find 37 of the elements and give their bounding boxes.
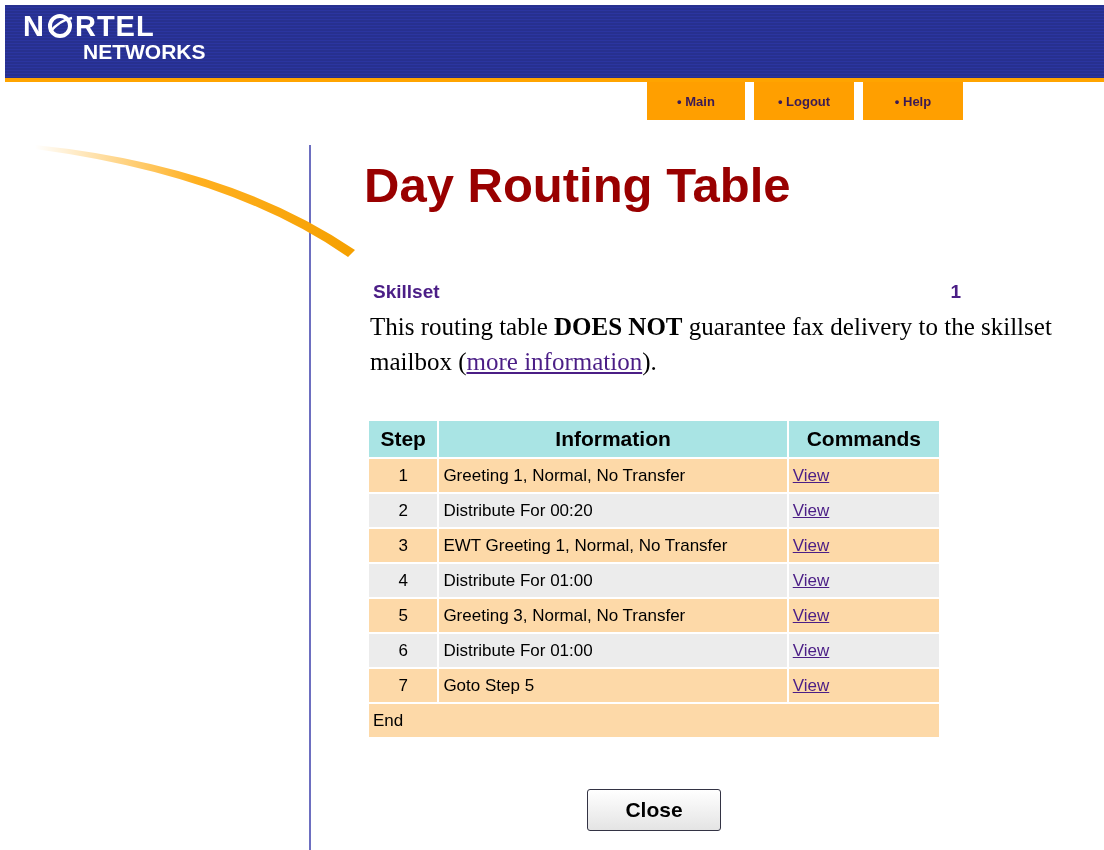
- table-cell: 7: [369, 669, 438, 702]
- column-header: Step: [369, 421, 438, 457]
- table-cell: 6: [369, 634, 438, 667]
- table-cell: Greeting 3, Normal, No Transfer: [439, 599, 787, 632]
- logo-subtitle: NETWORKS: [83, 41, 206, 63]
- nav-button[interactable]: • Logout: [754, 82, 854, 120]
- column-header: Information: [439, 421, 787, 457]
- table-cell: End: [369, 704, 939, 737]
- table-cell: Greeting 1, Normal, No Transfer: [439, 459, 787, 492]
- view-link[interactable]: View: [792, 500, 830, 520]
- column-header: Commands: [788, 421, 939, 457]
- view-link[interactable]: View: [792, 535, 830, 555]
- view-link[interactable]: View: [792, 675, 830, 695]
- logo-text: RTEL: [74, 11, 155, 41]
- close-button[interactable]: Close: [587, 789, 721, 831]
- view-link[interactable]: View: [792, 465, 830, 485]
- logo-text: N: [23, 11, 45, 41]
- skillset-label: Skillset: [373, 281, 440, 303]
- notice-text: This routing table DOES NOT guarantee fax delivery to the skillset mailbox (more information).: [370, 312, 1053, 378]
- table-cell: Distribute For 01:00: [439, 634, 787, 667]
- table-cell: 1: [369, 459, 438, 492]
- view-link[interactable]: View: [792, 605, 830, 625]
- nav-button[interactable]: • Help: [863, 82, 963, 120]
- globe-icon: [45, 12, 74, 40]
- view-link[interactable]: View: [792, 640, 830, 660]
- table-cell: 3: [369, 529, 438, 562]
- table-cell: 2: [369, 494, 438, 527]
- table-cell: EWT Greeting 1, Normal, No Transfer: [439, 529, 787, 562]
- table-cell: Goto Step 5: [439, 669, 787, 702]
- table-cell: Distribute For 00:20: [439, 494, 787, 527]
- table-cell: Distribute For 01:00: [439, 564, 787, 597]
- view-link[interactable]: View: [792, 570, 830, 590]
- skillset-value: 1: [950, 281, 961, 303]
- page-title: Day Routing Table: [364, 157, 792, 214]
- nav-button[interactable]: • Main: [647, 82, 745, 120]
- table-cell: 4: [369, 564, 438, 597]
- table-cell: 5: [369, 599, 438, 632]
